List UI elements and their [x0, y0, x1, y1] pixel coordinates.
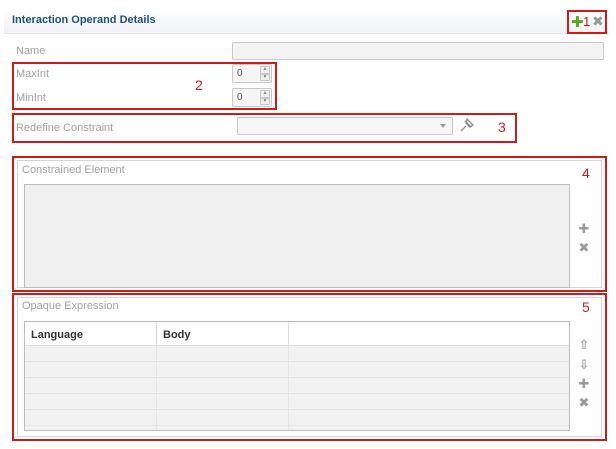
table-cell	[289, 346, 569, 361]
callout-number-3: 3	[498, 119, 506, 135]
move-up-icon[interactable]: ⇧	[577, 337, 591, 351]
opaque-expression-title: Opaque Expression	[22, 300, 119, 312]
table-cell	[25, 394, 157, 409]
table-cell	[25, 362, 157, 377]
table-cell	[25, 410, 157, 425]
table-cell	[25, 426, 157, 430]
table-row[interactable]	[25, 346, 569, 362]
move-down-icon[interactable]: ⇩	[577, 357, 591, 371]
table-row[interactable]	[25, 378, 569, 394]
redefine-constraint-label: Redefine Constraint	[16, 122, 114, 134]
column-empty[interactable]	[289, 322, 569, 345]
constrained-element-list[interactable]	[24, 184, 570, 288]
constrained-element-title: Constrained Element	[22, 164, 125, 176]
maxint-value: 0	[237, 68, 243, 79]
table-cell	[157, 346, 289, 361]
remove-icon[interactable]: ✖	[592, 13, 604, 30]
table-cell	[157, 410, 289, 425]
table-cell	[289, 362, 569, 377]
maxint-spinner[interactable]: 0 ▲ ▼	[232, 64, 272, 83]
table-cell	[289, 394, 569, 409]
pin-icon[interactable]	[458, 117, 476, 136]
section-title: Interaction Operand Details	[12, 14, 156, 26]
minint-spinner[interactable]: 0 ▲ ▼	[232, 88, 272, 107]
callout-number-4: 4	[582, 165, 590, 181]
redefine-constraint-combo[interactable]	[237, 117, 453, 135]
table-cell	[157, 362, 289, 377]
add-icon[interactable]: ✚	[577, 221, 591, 235]
table-row[interactable]	[25, 426, 569, 430]
opaque-expression-table[interactable]: Language Body	[24, 321, 570, 431]
table-cell	[157, 378, 289, 393]
table-cell	[25, 378, 157, 393]
table-cell	[289, 426, 569, 430]
name-label: Name	[16, 45, 46, 57]
table-cell	[157, 426, 289, 430]
table-row[interactable]	[25, 394, 569, 410]
minint-increment-button[interactable]: ▲	[260, 90, 270, 98]
maxint-label: MaxInt	[16, 68, 50, 80]
callout-number-1: 1	[583, 14, 591, 29]
callout-number-5: 5	[582, 299, 590, 315]
add-icon[interactable]: ✚	[571, 13, 584, 31]
remove-icon[interactable]: ✖	[577, 240, 591, 254]
table-header: Language Body	[25, 322, 569, 346]
maxint-increment-button[interactable]: ▲	[260, 66, 270, 74]
table-cell	[289, 410, 569, 425]
table-cell	[289, 378, 569, 393]
add-icon[interactable]: ✚	[577, 376, 591, 390]
column-body[interactable]: Body	[157, 322, 289, 345]
chevron-down-icon[interactable]	[440, 124, 446, 128]
name-field[interactable]	[232, 42, 604, 60]
minint-value: 0	[237, 92, 243, 103]
table-row[interactable]	[25, 410, 569, 426]
table-cell	[157, 394, 289, 409]
maxint-decrement-button[interactable]: ▼	[260, 73, 270, 81]
minint-decrement-button[interactable]: ▼	[260, 97, 270, 105]
table-cell	[25, 346, 157, 361]
table-row[interactable]	[25, 362, 569, 378]
remove-icon[interactable]: ✖	[577, 395, 591, 409]
minint-label: MinInt	[16, 92, 46, 104]
callout-number-2: 2	[195, 77, 203, 93]
column-language[interactable]: Language	[25, 322, 157, 345]
